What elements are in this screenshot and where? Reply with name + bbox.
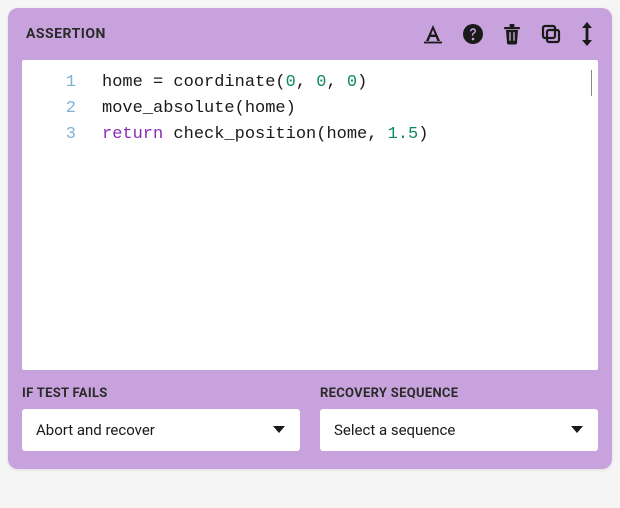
line-number: 1	[22, 70, 76, 96]
if-test-fails-control: IF TEST FAILS Abort and recover	[22, 386, 300, 451]
block-header: ASSERTION	[8, 8, 612, 56]
recovery-sequence-value: Select a sequence	[334, 421, 455, 439]
chevron-down-icon	[570, 421, 584, 439]
line-number: 2	[22, 96, 76, 122]
if-test-fails-select[interactable]: Abort and recover	[22, 409, 300, 451]
code-line: home = coordinate(0, 0, 0)	[102, 70, 598, 96]
line-gutter: 123	[22, 60, 86, 370]
copy-icon[interactable]	[540, 23, 562, 45]
assertion-block: ASSERTION	[8, 8, 612, 469]
block-title: ASSERTION	[26, 26, 106, 42]
chevron-down-icon	[272, 421, 286, 439]
text-cursor	[591, 70, 592, 96]
block-body: 123 home = coordinate(0, 0, 0)move_absol…	[8, 56, 612, 469]
if-test-fails-label: IF TEST FAILS	[22, 386, 300, 401]
drag-icon[interactable]	[580, 22, 594, 46]
font-icon[interactable]	[422, 24, 444, 44]
code-editor[interactable]: 123 home = coordinate(0, 0, 0)move_absol…	[22, 60, 598, 370]
code-line: move_absolute(home)	[102, 96, 598, 122]
help-icon[interactable]	[462, 23, 484, 45]
recovery-sequence-select[interactable]: Select a sequence	[320, 409, 598, 451]
block-actions	[422, 22, 594, 46]
line-number: 3	[22, 122, 76, 148]
controls-row: IF TEST FAILS Abort and recover RECOVERY…	[22, 386, 598, 451]
recovery-sequence-control: RECOVERY SEQUENCE Select a sequence	[320, 386, 598, 451]
code-line: return check_position(home, 1.5)	[102, 122, 598, 148]
recovery-sequence-label: RECOVERY SEQUENCE	[320, 386, 598, 401]
code-area[interactable]: home = coordinate(0, 0, 0)move_absolute(…	[86, 60, 598, 370]
trash-icon[interactable]	[502, 23, 522, 45]
if-test-fails-value: Abort and recover	[36, 421, 155, 439]
